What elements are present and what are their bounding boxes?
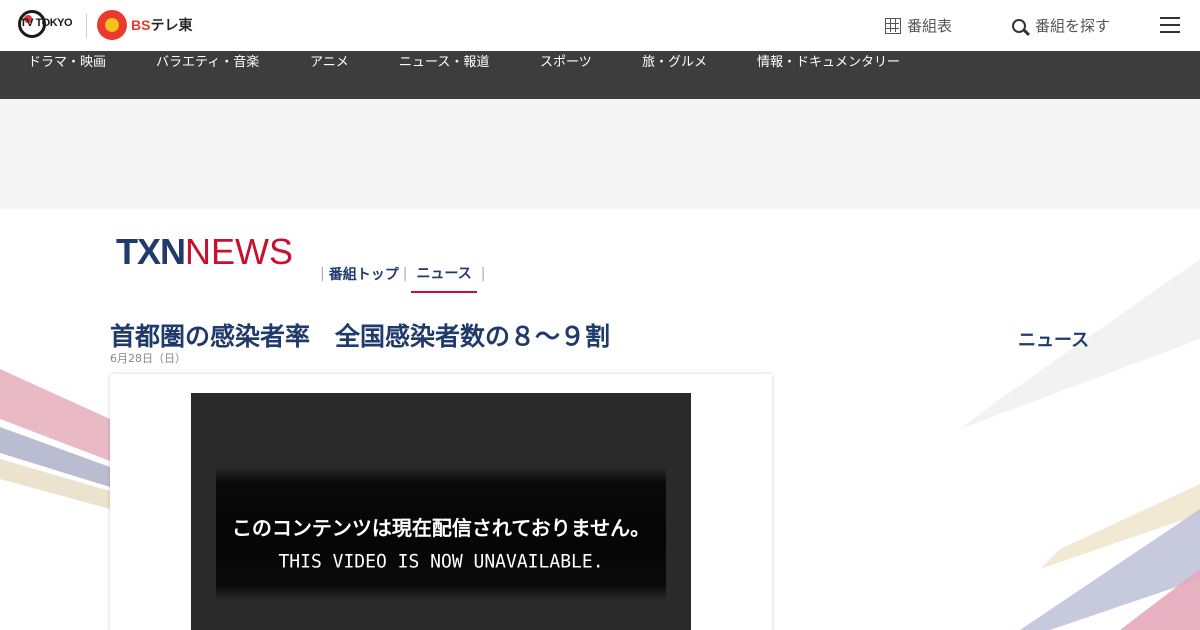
bs-mascot-icon [97,10,127,40]
ad-banner-area [0,99,1200,209]
nav-item-news[interactable]: ニュース・報道 [399,51,489,99]
txn-news-logo[interactable]: TXNNEWS [116,231,293,273]
nav-item-variety[interactable]: バラエティ・音楽 [156,51,259,99]
logo-divider [86,14,87,38]
schedule-link[interactable]: 番組表 [885,0,952,51]
nav-item-sports[interactable]: スポーツ [540,51,592,99]
tvtokyo-logo[interactable]: TV TOKYO [18,10,73,38]
nav-item-travel[interactable]: 旅・グルメ [642,51,707,99]
bs-teletou-logo[interactable]: BSテレ東 [97,10,192,40]
schedule-label: 番組表 [907,17,953,35]
search-program-link[interactable]: 番組を探す [1012,0,1110,51]
search-label: 番組を探す [1035,17,1111,35]
article-title: 首都圏の感染者率 全国感染者数の８～９割 [110,322,611,351]
hamburger-menu-icon[interactable] [1160,17,1180,33]
right-ribbon-decoration [960,259,1200,630]
video-unavailable-message-en: THIS VIDEO IS NOW UNAVAILABLE. [278,550,604,573]
sidebar-news-heading: ニュース [1018,330,1090,351]
nav-item-anime[interactable]: アニメ [310,51,349,99]
tvtokyo-logo-text: TV TOKYO [20,17,73,29]
tab-news[interactable]: ニュース [411,263,477,293]
article-date: 6月28日（日） [110,352,186,365]
program-nav: | 番組トップ | ニュース | [316,255,489,293]
main-content: TXNNEWS | 番組トップ | ニュース | 首都圏の感染者率 全国感染者数… [0,209,1200,630]
site-header: TV TOKYO BSテレ東 番組表 番組を探す [0,0,1200,51]
video-unavailable-message-jp: このコンテンツは現在配信されておりません。 [231,516,651,540]
genre-nav: ドラマ・映画 バラエティ・音楽 アニメ ニュース・報道 スポーツ 旅・グルメ 情… [0,51,1200,99]
video-card: このコンテンツは現在配信されておりません。 THIS VIDEO IS NOW … [110,374,772,630]
left-ribbon-decoration [0,369,110,509]
tab-program-top[interactable]: 番組トップ [329,264,399,284]
grid-icon [885,17,901,34]
search-icon [1012,18,1026,33]
nav-item-documentary[interactable]: 情報・ドキュメンタリー [757,51,900,99]
bs-logo-text: BSテレ東 [131,17,193,33]
video-player[interactable]: このコンテンツは現在配信されておりません。 THIS VIDEO IS NOW … [191,393,691,630]
nav-item-drama[interactable]: ドラマ・映画 [28,51,106,99]
